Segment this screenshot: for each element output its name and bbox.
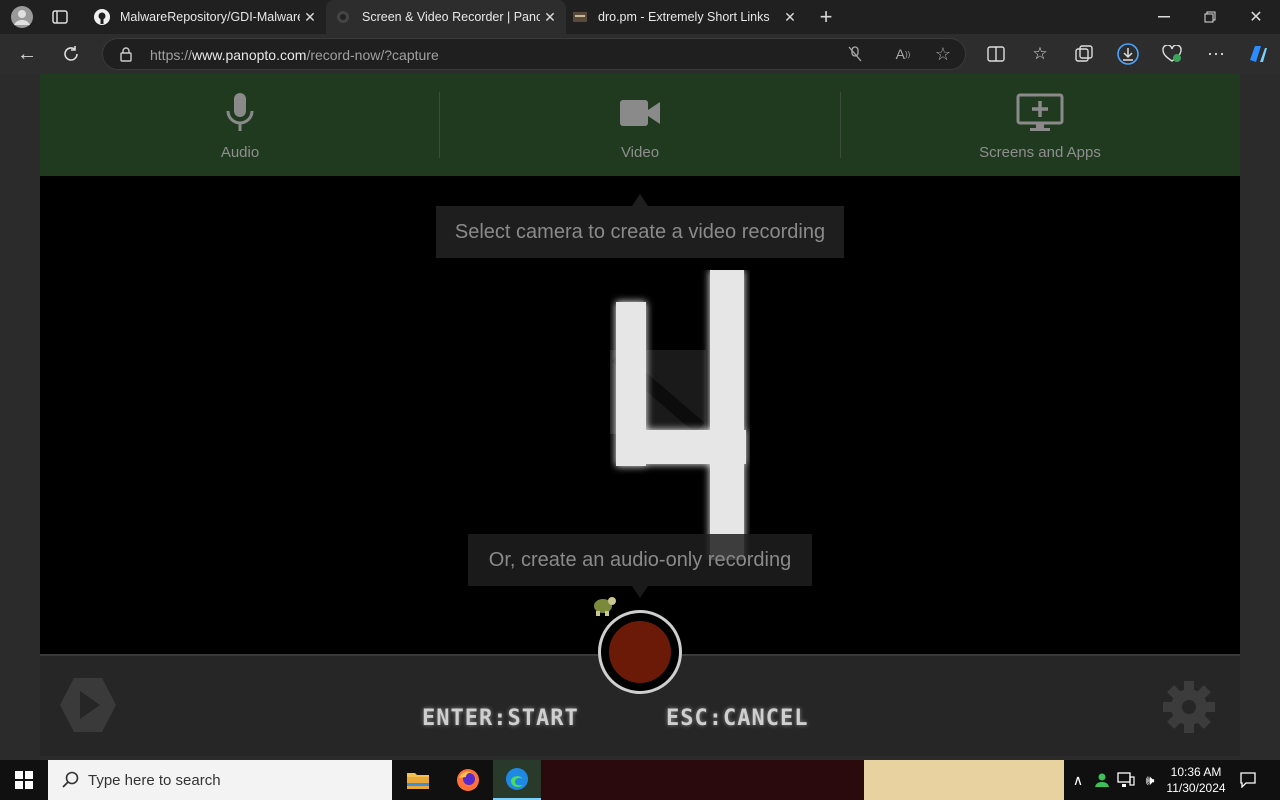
video-camera-icon xyxy=(619,92,661,134)
url-scheme: https:// xyxy=(150,47,193,63)
people-tray-icon[interactable] xyxy=(1092,770,1112,790)
address-toolbar: ← https://www.panopto.com/record-now/?ca… xyxy=(0,34,1280,74)
url-bar[interactable]: https://www.panopto.com/record-now/?capt… xyxy=(102,38,966,70)
dropm-icon xyxy=(572,10,588,24)
network-icon[interactable] xyxy=(1116,770,1136,790)
split-screen-icon[interactable] xyxy=(984,42,1008,66)
close-window-icon[interactable]: ✕ xyxy=(1242,6,1270,28)
tab-actions-icon[interactable] xyxy=(48,6,72,28)
audio-source-button[interactable]: Audio xyxy=(40,74,440,176)
url-text[interactable]: https://www.panopto.com/record-now/?capt… xyxy=(150,47,439,63)
tab-title: MalwareRepository/GDI-Malware xyxy=(120,10,300,24)
back-arrow-icon[interactable]: ← xyxy=(14,42,40,66)
page-content: Audio Video Screens and Apps Select came… xyxy=(0,74,1280,760)
record-button[interactable] xyxy=(598,610,682,694)
search-placeholder: Type here to search xyxy=(88,772,221,789)
minimize-icon[interactable] xyxy=(1150,6,1178,28)
collections-icon[interactable] xyxy=(1072,42,1096,66)
audio-hint-tooltip: Or, create an audio-only recording xyxy=(468,534,812,598)
downloads-icon[interactable] xyxy=(1116,42,1140,66)
esc-cancel-hint: ESC:CANCEL xyxy=(666,706,809,731)
github-icon xyxy=(94,9,110,25)
countdown-digit: 4 xyxy=(610,270,750,560)
tab-dropm[interactable]: dro.pm - Extremely Short Links ✕ xyxy=(566,0,806,34)
video-label: Video xyxy=(620,144,660,161)
windows-taskbar: Type here to search ∧ 🕪 10:36 AM 11/30/2… xyxy=(0,760,1280,800)
audio-hint-text: Or, create an audio-only recording xyxy=(488,549,792,571)
video-hint-tooltip: Select camera to create a video recordin… xyxy=(436,194,844,258)
read-aloud-icon[interactable]: A)) xyxy=(893,45,913,63)
tooltip-arrow xyxy=(632,194,648,206)
tab-github[interactable]: MalwareRepository/GDI-Malware ✕ xyxy=(84,0,326,34)
source-selector: Audio Video Screens and Apps xyxy=(40,74,1240,176)
tab-title: dro.pm - Extremely Short Links xyxy=(598,10,770,24)
browser-essentials-icon[interactable] xyxy=(1160,42,1184,66)
tooltip-arrow xyxy=(632,586,648,598)
microphone-icon xyxy=(223,92,257,134)
audio-label: Audio xyxy=(220,144,260,161)
refresh-icon[interactable] xyxy=(58,42,84,66)
show-hidden-icons-icon[interactable]: ∧ xyxy=(1068,770,1088,790)
monitor-plus-icon xyxy=(1016,92,1064,134)
favorite-star-icon[interactable]: ☆ xyxy=(933,44,953,64)
clock-date: 11/30/2024 xyxy=(1166,781,1226,795)
windows-start-icon[interactable] xyxy=(0,760,48,800)
taskbar-wallpaper-strip xyxy=(542,760,864,800)
url-host: www.panopto.com xyxy=(192,47,307,63)
restore-icon[interactable] xyxy=(1196,6,1224,28)
turtle-sprite-icon xyxy=(590,592,618,620)
more-menu-icon[interactable]: ⋯ xyxy=(1204,42,1228,66)
taskbar-search-box[interactable]: Type here to search xyxy=(48,760,392,800)
new-tab-icon[interactable]: + xyxy=(814,4,838,29)
notifications-icon[interactable] xyxy=(1238,770,1258,790)
favorites-icon[interactable]: ☆ xyxy=(1028,42,1052,66)
clock-time: 10:36 AM xyxy=(1170,765,1222,779)
mic-blocked-icon[interactable] xyxy=(845,45,865,63)
video-source-button[interactable]: Video xyxy=(440,74,840,176)
profile-avatar-icon[interactable] xyxy=(8,4,36,30)
firefox-icon[interactable] xyxy=(444,760,492,800)
volume-icon[interactable]: 🕪 xyxy=(1140,770,1160,790)
panopto-logo-icon[interactable] xyxy=(60,676,116,734)
record-button-core xyxy=(609,621,671,683)
settings-gear-icon[interactable] xyxy=(1162,680,1216,734)
countdown-glyph xyxy=(616,270,746,560)
search-icon xyxy=(62,771,80,793)
recorder-stage: Audio Video Screens and Apps Select came… xyxy=(40,74,1240,756)
taskbar-clock[interactable]: 10:36 AM 11/30/2024 xyxy=(1160,764,1232,796)
tab-title: Screen & Video Recorder | Panop xyxy=(362,10,540,24)
taskbar-wallpaper-art xyxy=(864,760,1064,800)
copilot-icon[interactable] xyxy=(1244,40,1272,68)
browser-tab-bar: MalwareRepository/GDI-Malware ✕ Screen &… xyxy=(0,0,1280,34)
close-tab-icon[interactable]: ✕ xyxy=(542,9,558,25)
url-path: /record-now/?capture xyxy=(306,47,439,63)
close-tab-icon[interactable]: ✕ xyxy=(302,9,318,25)
enter-start-hint: ENTER:START xyxy=(422,706,579,731)
file-explorer-icon[interactable] xyxy=(394,760,442,800)
tab-panopto[interactable]: Screen & Video Recorder | Panop ✕ xyxy=(326,0,566,34)
edge-icon[interactable] xyxy=(493,760,541,800)
panopto-icon xyxy=(336,10,350,24)
close-tab-icon[interactable]: ✕ xyxy=(782,9,798,25)
screens-label: Screens and Apps xyxy=(979,144,1101,161)
screens-source-button[interactable]: Screens and Apps xyxy=(840,74,1240,176)
video-hint-text: Select camera to create a video recordin… xyxy=(454,221,826,243)
lock-icon[interactable] xyxy=(119,46,133,67)
